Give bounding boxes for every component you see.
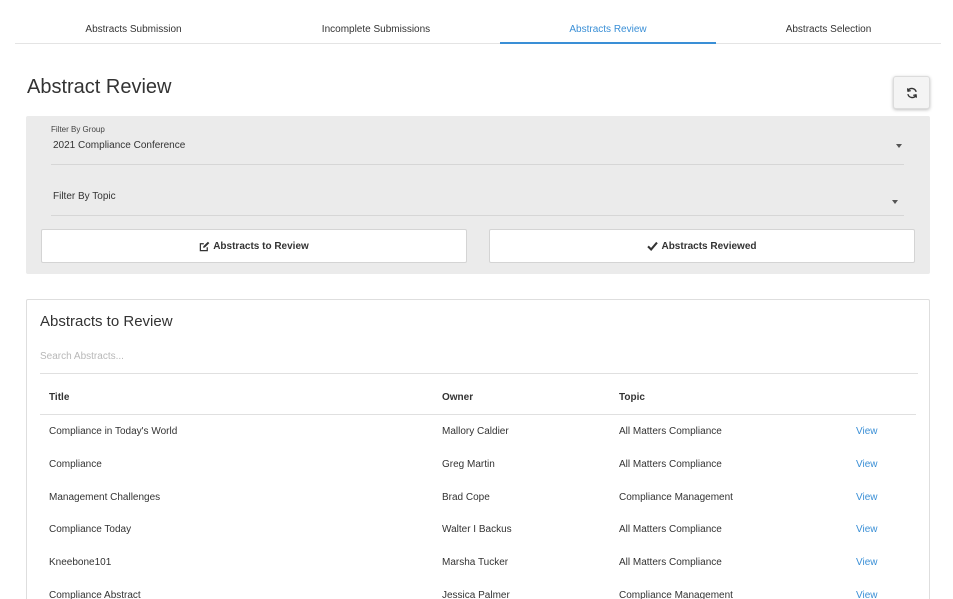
column-header-owner: Owner (442, 392, 474, 403)
row-topic: All Matters Compliance (619, 458, 722, 470)
table-row: Management Challenges Brad Cope Complian… (40, 481, 916, 514)
view-link[interactable]: View (856, 557, 878, 568)
column-header-topic: Topic (619, 392, 645, 403)
refresh-icon (906, 87, 917, 98)
row-topic: Compliance Management (619, 589, 733, 599)
filter-panel: Filter By Group 2021 Compliance Conferen… (26, 116, 930, 274)
view-link[interactable]: View (856, 524, 878, 535)
check-icon (647, 241, 659, 251)
row-title: Compliance Today (49, 524, 132, 536)
group-filter-value: 2021 Compliance Conference (53, 140, 186, 151)
table-row: Compliance Abstract Jessica Palmer Compl… (40, 579, 916, 599)
row-owner: Greg Martin (442, 458, 495, 470)
tab-bar: Abstracts Submission Incomplete Submissi… (15, 14, 941, 44)
group-filter-label: Filter By Group (51, 125, 105, 134)
caret-down-icon (896, 144, 902, 148)
table-row: Kneebone101 Marsha Tucker All Matters Co… (40, 546, 916, 579)
view-link[interactable]: View (856, 590, 878, 599)
abstracts-table: Title Owner Topic Compliance in Today's … (40, 387, 916, 599)
refresh-button[interactable] (893, 76, 930, 109)
table-row: Compliance Today Walter I Backus All Mat… (40, 513, 916, 546)
table-row: Compliance in Today's World Mallory Cald… (40, 415, 916, 448)
tab-abstracts-selection[interactable]: Abstracts Selection (716, 14, 941, 43)
table-row: Compliance Greg Martin All Matters Compl… (40, 448, 916, 481)
row-title: Compliance in Today's World (49, 426, 178, 437)
abstracts-reviewed-button[interactable]: Abstracts Reviewed (489, 229, 915, 263)
row-title: Kneebone101 (49, 557, 112, 569)
row-topic: All Matters Compliance (619, 557, 722, 569)
search-abstracts-input[interactable] (40, 346, 918, 374)
table-header: Title Owner Topic (40, 387, 916, 415)
row-title: Management Challenges (49, 491, 161, 503)
tab-abstracts-review[interactable]: Abstracts Review (500, 14, 716, 44)
list-title: Abstracts to Review (40, 313, 173, 330)
abstracts-to-review-label: Abstracts to Review (213, 240, 309, 252)
group-filter-select[interactable]: Filter By Group 2021 Compliance Conferen… (51, 124, 904, 165)
row-topic: All Matters Compliance (619, 426, 722, 437)
row-owner: Walter I Backus (442, 524, 512, 536)
row-topic: All Matters Compliance (619, 524, 722, 536)
abstracts-list-card: Abstracts to Review Title Owner Topic Co… (26, 299, 930, 599)
view-link[interactable]: View (856, 459, 878, 470)
abstracts-reviewed-label: Abstracts Reviewed (661, 240, 757, 252)
row-title: Compliance Abstract (49, 589, 141, 599)
topic-filter-select[interactable]: Filter By Topic (51, 176, 904, 216)
row-owner: Mallory Caldier (442, 426, 509, 437)
abstracts-to-review-button[interactable]: Abstracts to Review (41, 229, 467, 263)
row-topic: Compliance Management (619, 491, 733, 503)
topic-filter-placeholder: Filter By Topic (53, 191, 116, 202)
page-title: Abstract Review (27, 76, 172, 98)
column-header-title: Title (49, 392, 70, 403)
row-owner: Brad Cope (442, 491, 490, 503)
row-owner: Jessica Palmer (442, 589, 510, 599)
row-title: Compliance (49, 458, 102, 470)
tab-incomplete-submissions[interactable]: Incomplete Submissions (252, 14, 500, 43)
view-link[interactable]: View (856, 492, 878, 503)
edit-icon (199, 241, 210, 251)
tab-abstracts-submission[interactable]: Abstracts Submission (15, 14, 252, 43)
row-owner: Marsha Tucker (442, 557, 509, 569)
view-link[interactable]: View (856, 426, 878, 437)
caret-down-icon (892, 200, 898, 204)
